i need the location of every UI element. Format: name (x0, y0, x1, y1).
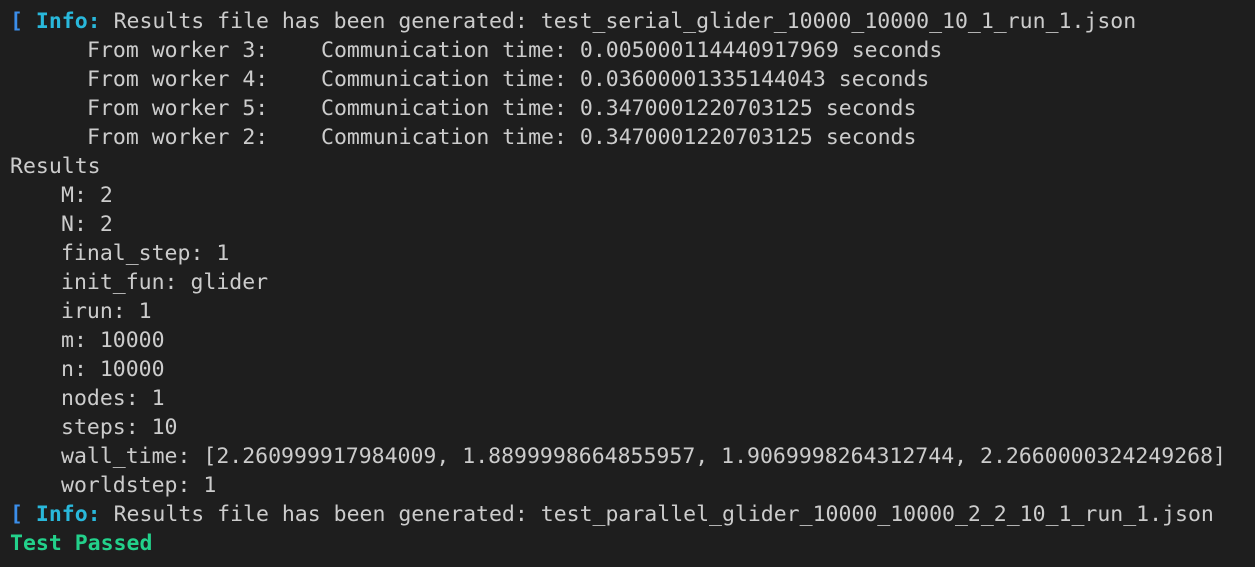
info-line: [ Info: Results file has been generated:… (0, 7, 1255, 36)
worker-line: From worker 2: Communication time: 0.3470… (0, 123, 1255, 152)
info-line: [ Info: Results file has been generated:… (0, 500, 1255, 529)
result-entry: N: 2 (61, 212, 113, 237)
worker-comm-time: Communication time: 0.005000114440917969… (321, 38, 943, 63)
info-message: Results file has been generated: test_se… (113, 9, 1137, 34)
worker-line: From worker 3: Communication time: 0.0050… (0, 36, 1255, 65)
result-entry: irun: 1 (61, 299, 152, 324)
result-entry: n: 10000 (61, 357, 165, 382)
result-entry: steps: 10 (61, 415, 178, 440)
worker-comm-time: Communication time: 0.3470001220703125 s… (321, 125, 917, 150)
info-tag: Info: (35, 502, 101, 527)
worker-label: From worker 4: (87, 67, 269, 92)
result-entry: wall_time: [2.260999917984009, 1.8899998… (61, 444, 1226, 469)
worker-label: From worker 2: (87, 125, 269, 150)
worker-label: From worker 3: (87, 38, 269, 63)
info-tag: Info: (35, 9, 101, 34)
result-entry: nodes: 1 (61, 386, 165, 411)
result-entry: init_fun: glider (61, 270, 269, 295)
worker-comm-time: Communication time: 0.3470001220703125 s… (321, 96, 917, 121)
worker-line: From worker 5: Communication time: 0.3470… (0, 94, 1255, 123)
terminal-output[interactable]: [ Info: Results file has been generated:… (0, 0, 1255, 567)
info-bracket: [ (10, 502, 23, 527)
result-entry: final_step: 1 (61, 241, 230, 266)
info-bracket: [ (10, 9, 23, 34)
info-message: Results file has been generated: test_pa… (113, 502, 1214, 527)
worker-label: From worker 5: (87, 96, 269, 121)
result-entry: worldstep: 1 (61, 473, 217, 498)
worker-comm-time: Communication time: 0.03600001335144043 … (321, 67, 930, 92)
results-header: Results (10, 154, 101, 179)
test-status: Test Passed (10, 531, 153, 556)
result-entry: M: 2 (61, 183, 113, 208)
worker-line: From worker 4: Communication time: 0.0360… (0, 65, 1255, 94)
result-entry: m: 10000 (61, 328, 165, 353)
